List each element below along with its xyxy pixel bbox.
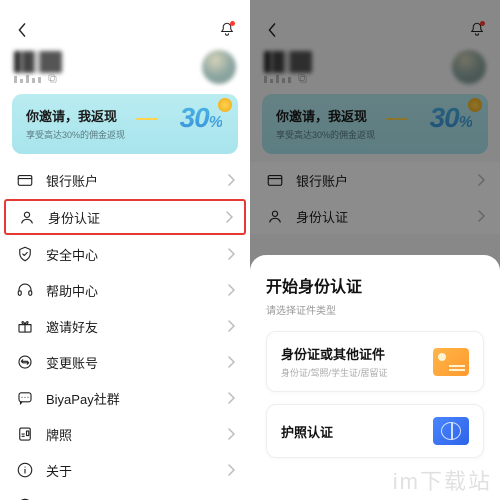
banner-accent [136,118,158,120]
headset-icon [16,281,34,299]
info-icon [16,461,34,479]
banner-percent: 30% [180,102,222,134]
option-title: 护照认证 [281,422,333,441]
back-button[interactable] [14,22,30,38]
top-bar [0,14,250,46]
option-sub: 身份证/驾照/学生证/居留证 [281,366,388,379]
username-redacted [14,51,62,73]
menu-item-label: 关于 [46,461,227,480]
swap-icon [16,353,34,371]
menu-item-label: 邀请好友 [46,317,227,336]
menu-item-label: 切换语言 [46,497,227,500]
chevron-right-icon [225,211,233,223]
screen-left: 你邀请，我返现 享受高达30%的佣金返现 30% 银行账户身份认证安全中心帮助中… [0,0,250,500]
status-bar [0,0,250,14]
verify-option-passport[interactable]: 护照认证 [266,404,484,458]
sheet-title: 开始身份认证 [266,273,484,297]
passport-icon [433,417,469,445]
chevron-right-icon [227,428,235,440]
chevron-right-icon [227,464,235,476]
chevron-left-icon [17,23,27,37]
chevron-right-icon [227,356,235,368]
menu-item-label: 安全中心 [46,245,227,264]
menu-item-label: 帮助中心 [46,281,227,300]
chevron-right-icon [227,392,235,404]
menu-item-bank[interactable]: 银行账户 [0,162,250,198]
coin-icon [218,98,232,112]
menu-item-identity[interactable]: 身份认证 [4,199,246,235]
menu-item-label: 变更账号 [46,353,227,372]
option-title: 身份证或其他证件 [281,344,388,363]
menu-item-invite[interactable]: 邀请好友 [0,308,250,344]
chevron-right-icon [227,320,235,332]
menu-item-label: BiyaPay社群 [46,389,227,408]
menu-item-community[interactable]: BiyaPay社群 [0,380,250,416]
gift-icon [16,317,34,335]
menu-item-license[interactable]: 牌照 [0,416,250,452]
card-icon [16,171,34,189]
sheet-subtitle: 请选择证件类型 [266,302,484,317]
menu-item-label: 银行账户 [46,171,227,190]
promo-banner[interactable]: 你邀请，我返现 享受高达30%的佣金返现 30% [12,94,238,154]
chat-icon [16,389,34,407]
user-row [0,46,250,94]
menu-item-label: 牌照 [46,425,227,444]
notifications-button[interactable] [218,21,236,39]
menu-item-help[interactable]: 帮助中心 [0,272,250,308]
identity-sheet: 开始身份认证 请选择证件类型 身份证或其他证件身份证/驾照/学生证/居留证护照认… [250,255,500,500]
copy-icon[interactable] [47,73,58,84]
menu-item-about[interactable]: 关于 [0,452,250,488]
menu-item-switch[interactable]: 变更账号 [0,344,250,380]
user-icon [18,208,36,226]
chevron-right-icon [227,284,235,296]
menu-item-lang[interactable]: 切换语言 [0,488,250,500]
chevron-right-icon [227,248,235,260]
avatar[interactable] [202,50,236,84]
menu-item-label: 身份认证 [48,208,225,227]
menu-item-security[interactable]: 安全中心 [0,236,250,272]
screen-right: 你邀请，我返现 享受高达30%的佣金返现 30% 银行账户身份认证 开始身份认证… [250,0,500,500]
shield-icon [16,245,34,263]
notification-dot [230,21,235,26]
idcard-icon [433,348,469,376]
doc-icon [16,425,34,443]
user-id-redacted [14,75,41,83]
settings-menu: 银行账户身份认证安全中心帮助中心邀请好友变更账号 BiyaPay社群牌照关于切换语… [0,162,250,500]
verify-option-idcard[interactable]: 身份证或其他证件身份证/驾照/学生证/居留证 [266,331,484,392]
chevron-right-icon [227,174,235,186]
